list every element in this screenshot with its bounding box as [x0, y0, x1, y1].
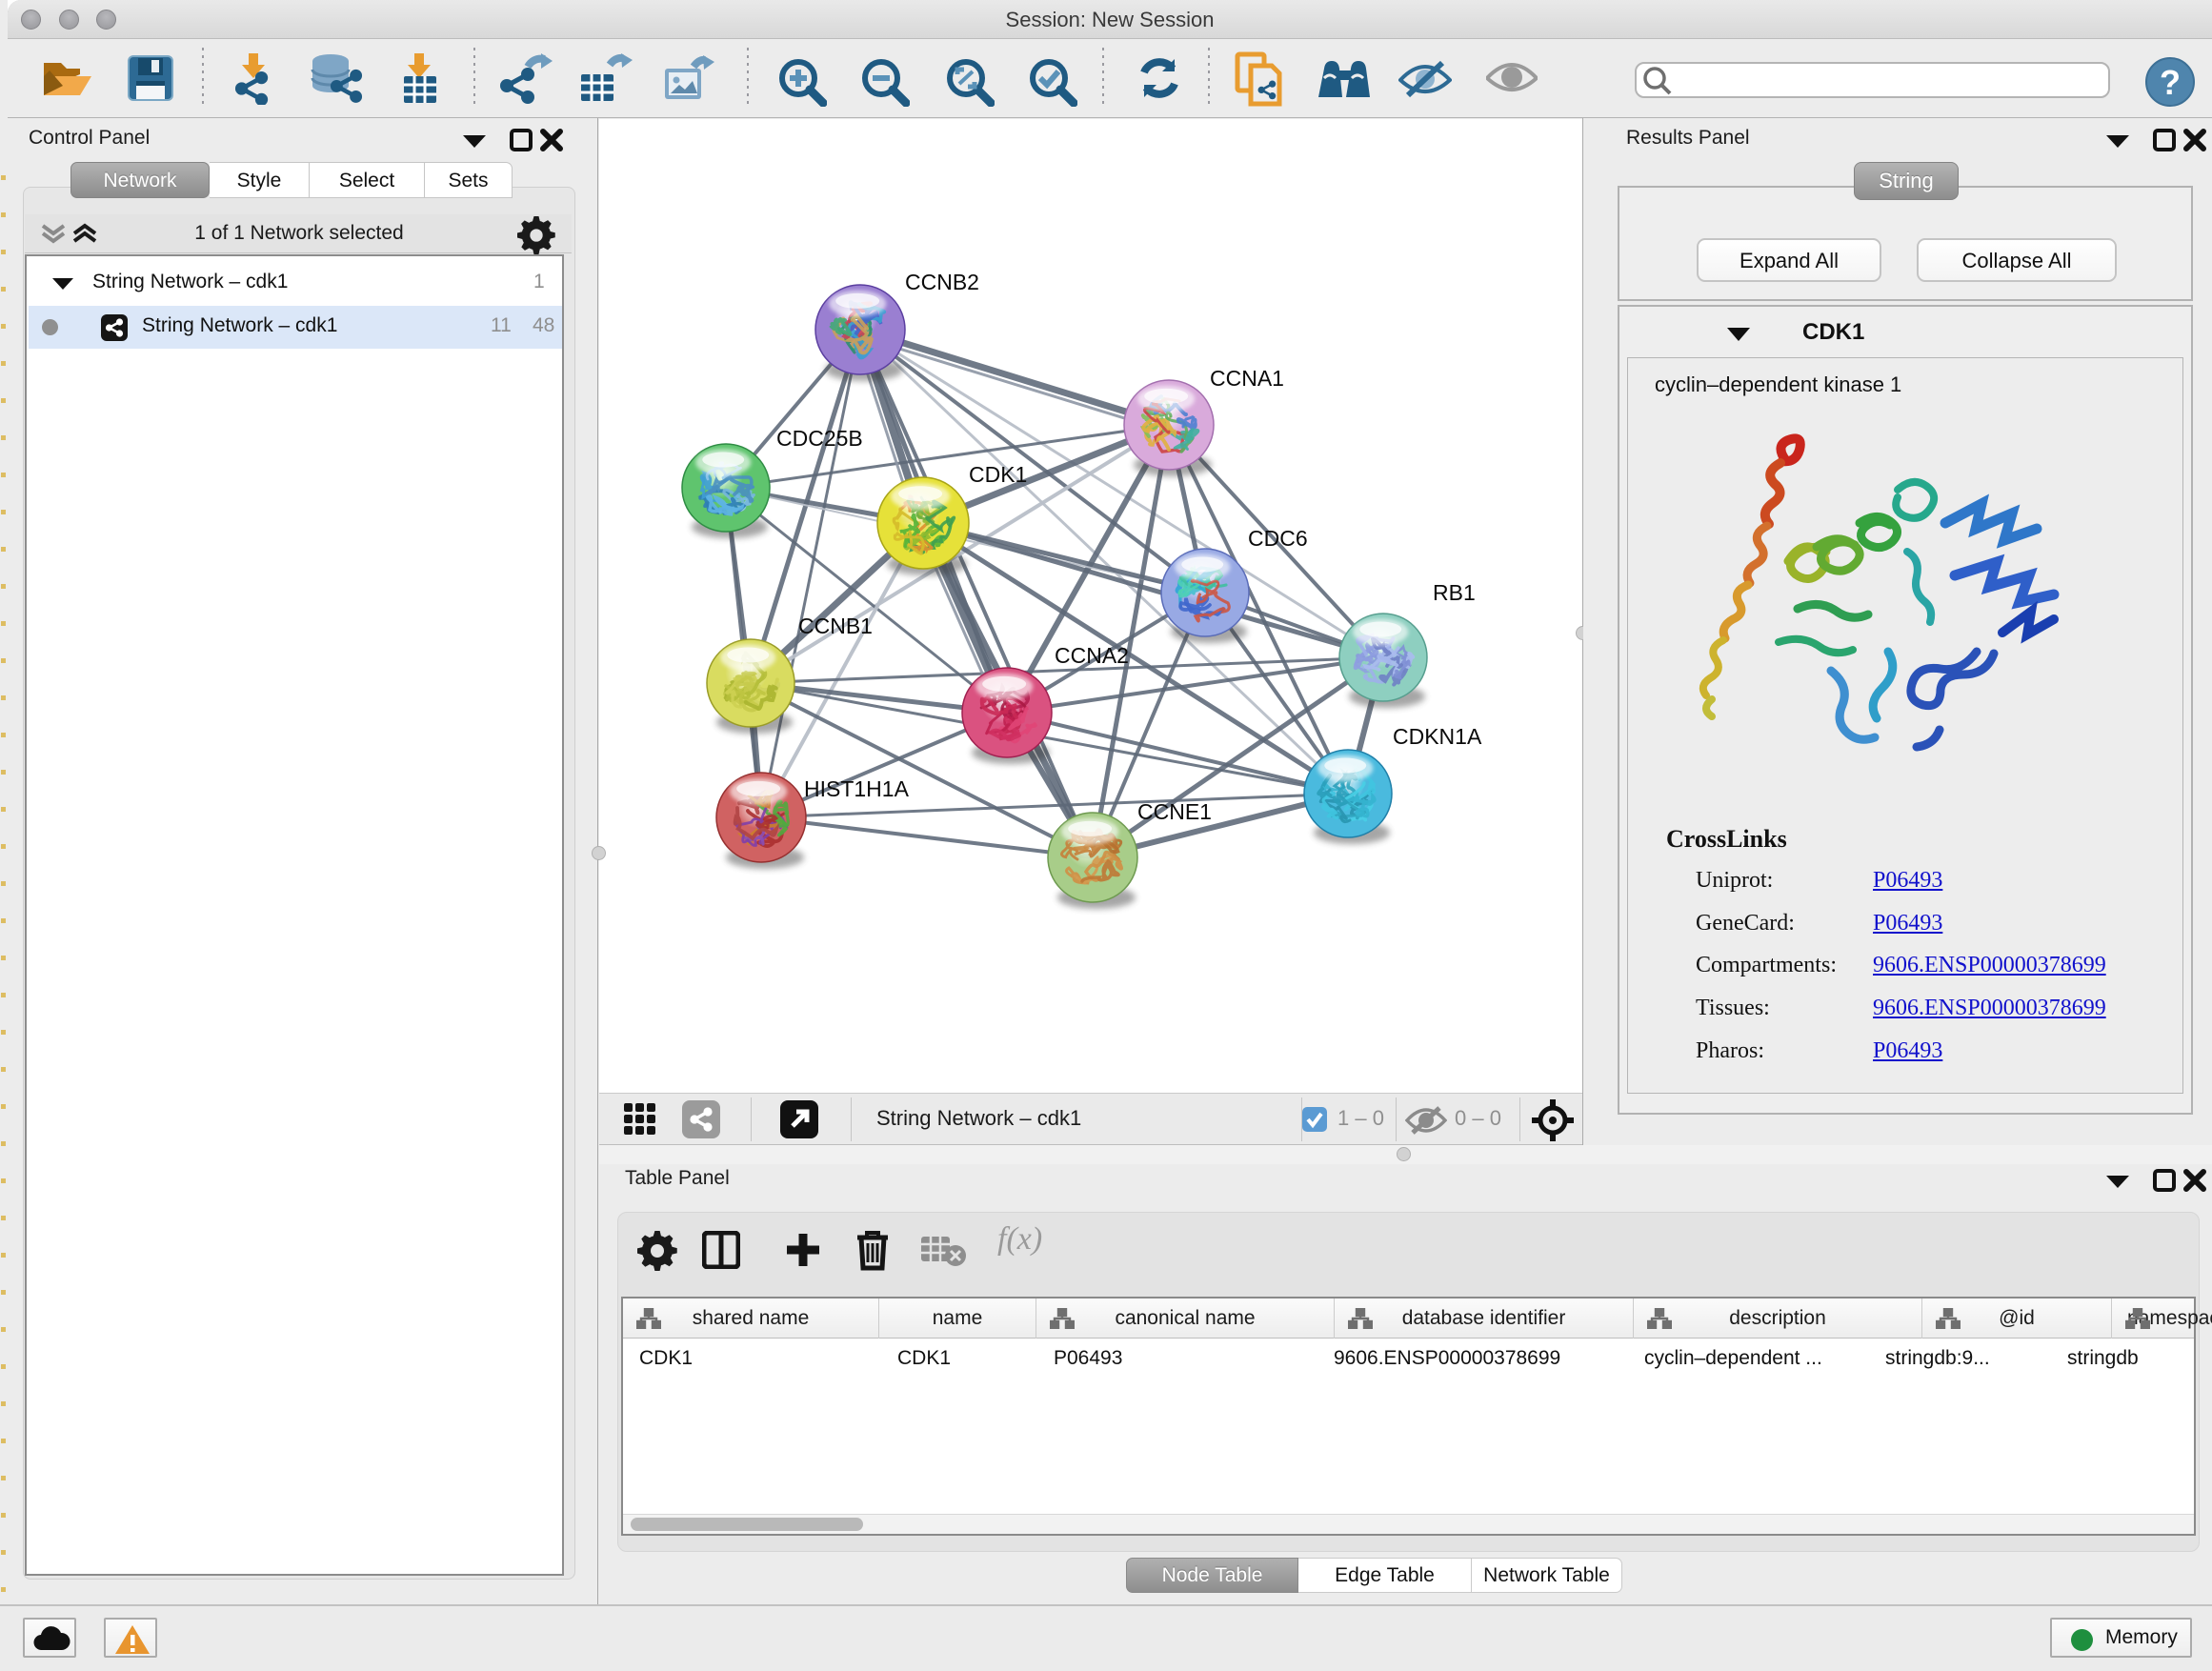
svg-text:CDC25B: CDC25B — [776, 426, 863, 451]
svg-text:CDKN1A: CDKN1A — [1393, 724, 1482, 749]
svg-text:RB1: RB1 — [1433, 580, 1476, 605]
svg-text:CCNA2: CCNA2 — [1055, 643, 1129, 668]
svg-text:CCNE1: CCNE1 — [1137, 799, 1212, 824]
svg-text:CDK1: CDK1 — [969, 462, 1027, 487]
svg-text:HIST1H1A: HIST1H1A — [804, 776, 910, 801]
svg-text:CCNA1: CCNA1 — [1210, 366, 1284, 391]
svg-text:CCNB2: CCNB2 — [905, 270, 979, 294]
svg-text:CCNB1: CCNB1 — [798, 614, 873, 638]
svg-text:CDC6: CDC6 — [1248, 526, 1308, 551]
